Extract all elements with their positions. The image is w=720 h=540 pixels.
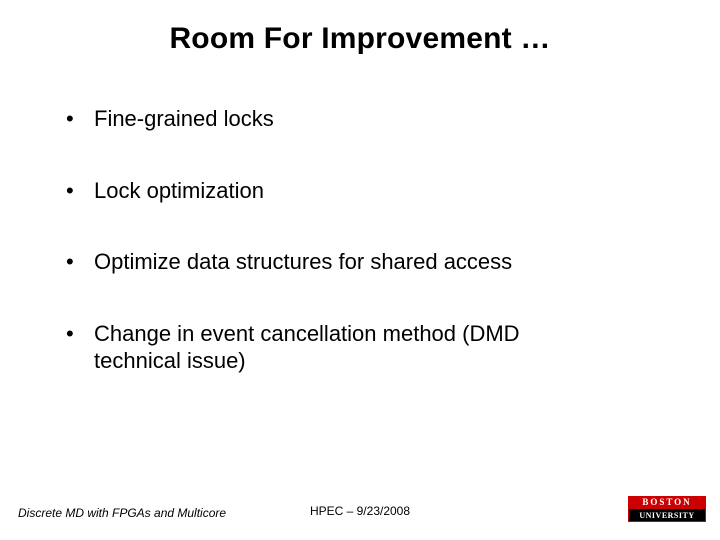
bullet-icon: • <box>66 177 74 205</box>
bullet-icon: • <box>66 105 74 133</box>
bullet-icon: • <box>66 320 74 348</box>
list-item-text: Optimize data structures for shared acce… <box>94 249 512 274</box>
list-item: • Fine-grained locks <box>66 105 656 133</box>
boston-university-logo: BOSTON UNIVERSITY <box>628 496 706 522</box>
logo-top-text: BOSTON <box>628 496 706 509</box>
footer-center: HPEC – 9/23/2008 <box>0 504 720 518</box>
footer: Discrete MD with FPGAs and Multicore HPE… <box>0 492 720 526</box>
list-item: • Change in event cancellation method (D… <box>66 320 656 375</box>
list-item-cont: technical issue) <box>94 347 656 375</box>
bullet-list: • Fine-grained locks • Lock optimization… <box>66 105 656 375</box>
slide-title: Room For Improvement … <box>0 22 720 56</box>
logo-bottom-text: UNIVERSITY <box>628 509 706 522</box>
slide: Room For Improvement … • Fine-grained lo… <box>0 0 720 540</box>
list-item-text: Lock optimization <box>94 178 264 203</box>
slide-body: • Fine-grained locks • Lock optimization… <box>66 105 656 375</box>
bullet-icon: • <box>66 248 74 276</box>
list-item: • Lock optimization <box>66 177 656 205</box>
list-item-text: Fine-grained locks <box>94 106 274 131</box>
list-item-text: Change in event cancellation method (DMD <box>94 321 520 346</box>
list-item: • Optimize data structures for shared ac… <box>66 248 656 276</box>
